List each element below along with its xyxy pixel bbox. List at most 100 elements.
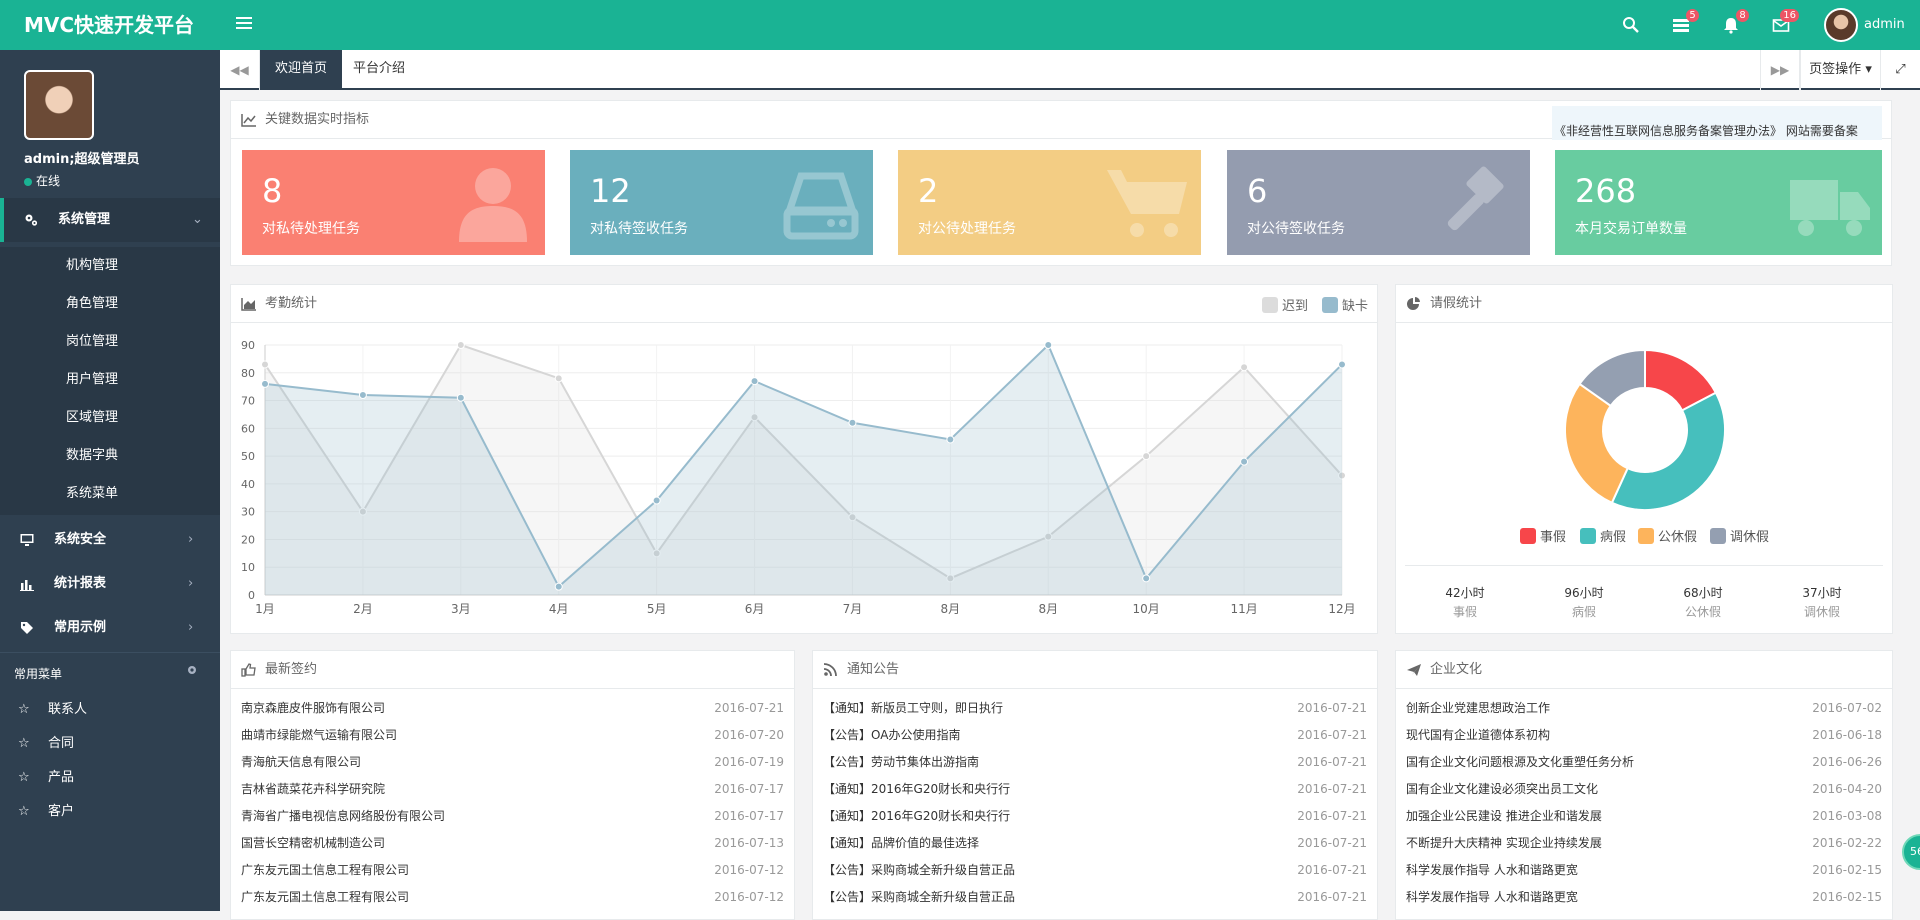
tabs-scroll-right-icon[interactable]: ▶▶ [1760, 50, 1800, 90]
list-item[interactable]: 国营长空精密机械制造公司 2016-07-13 [241, 830, 784, 857]
sidebar-item-system-mgmt[interactable]: 系统管理 ⌄ [0, 198, 220, 242]
stat-value: 2 [918, 172, 939, 210]
floating-badge-button[interactable]: 56 [1902, 834, 1920, 870]
user-avatar[interactable] [1824, 8, 1858, 42]
sidebar-subitem[interactable]: 数据字典 [0, 437, 220, 475]
list-item[interactable]: 创新企业党建思想政治工作 2016-07-02 [1406, 695, 1882, 722]
favorite-item[interactable]: ☆ 联系人 [18, 698, 87, 717]
user-name[interactable]: admin [1864, 0, 1905, 50]
stat-label: 对公待处理任务 [918, 221, 1016, 237]
list-item[interactable]: 现代国有企业道德体系初构 2016-06-18 [1406, 722, 1882, 749]
pie-legend-item[interactable]: 调休假 [1710, 526, 1769, 545]
leave-donut-chart [1564, 348, 1726, 511]
favorite-item[interactable]: ☆ 客户 [18, 800, 74, 819]
tab-home[interactable]: 欢迎首页 [260, 50, 343, 88]
bar-chart-icon [20, 580, 34, 591]
sidebar-subitem[interactable]: 用户管理 [0, 361, 220, 399]
sidebar-subitem[interactable]: 区域管理 [0, 399, 220, 437]
page-ops-dropdown[interactable]: 页签操作 ▾ [1800, 50, 1880, 90]
favorite-item[interactable]: ☆ 合同 [18, 732, 74, 751]
stat-card[interactable]: 12 对私待签收任务 [570, 150, 873, 255]
list-item[interactable]: 【公告】采购商城全新升级自营正品 2016-07-21 [823, 884, 1367, 911]
x-tick-label: 3月 [451, 602, 471, 616]
stat-card[interactable]: 2 对公待处理任务 [898, 150, 1201, 255]
legend-label: 病假 [1600, 530, 1627, 545]
donut-slice[interactable] [1610, 391, 1726, 511]
data-point [652, 496, 661, 505]
legend-label: 公休假 [1658, 530, 1698, 545]
list-item[interactable]: 【公告】OA办公使用指南 2016-07-21 [823, 722, 1367, 749]
list-item[interactable]: 广东友元国土信息工程有限公司 2016-07-12 [241, 857, 784, 884]
data-point [456, 341, 465, 349]
stat-label: 对私待处理任务 [262, 221, 360, 237]
mail-icon[interactable]: 16 [1772, 9, 1799, 34]
profile-avatar[interactable] [24, 70, 94, 140]
thumbs-up-icon [241, 663, 256, 677]
list-item[interactable]: 国有企业文化建设必须突出员工文化 2016-04-20 [1406, 776, 1882, 803]
attendance-panel-title: 考勤统计 [265, 296, 318, 311]
list-item[interactable]: 青海省广播电视信息网络股份有限公司 2016-07-17 [241, 803, 784, 830]
sidebar-item-security[interactable]: 系统安全 › [0, 518, 220, 562]
list-item-title: 青海省广播电视信息网络股份有限公司 [241, 809, 446, 823]
list-item[interactable]: 广东友元国土信息工程有限公司 2016-07-12 [241, 884, 784, 911]
legend-missing[interactable]: 缺卡 [1322, 295, 1368, 314]
sidebar-subitem[interactable]: 角色管理 [0, 285, 220, 323]
favorite-item[interactable]: ☆ 产品 [18, 766, 74, 785]
tasks-icon[interactable]: 5 [1672, 9, 1699, 34]
legend-late[interactable]: 迟到 [1262, 295, 1308, 314]
x-tick-label: 11月 [1230, 602, 1257, 616]
list-item-date: 2016-04-20 [1812, 782, 1882, 796]
list-item[interactable]: 加强企业公民建设 推进企业和谐发展 2016-03-08 [1406, 803, 1882, 830]
list-item[interactable]: 【公告】劳动节集体出游指南 2016-07-21 [823, 749, 1367, 776]
fullscreen-icon[interactable]: ⤢ [1880, 50, 1920, 90]
list-item[interactable]: 科学发展作指导 人水和谐路更宽 2016-02-15 [1406, 857, 1882, 884]
culture-panel: 企业文化 创新企业党建思想政治工作 2016-07-02 现代国有企业道德体系初构 2… [1395, 650, 1893, 920]
x-tick-label: 8月 [941, 602, 961, 616]
y-tick-label: 90 [241, 339, 255, 352]
leave-type: 调休假 [1803, 605, 1840, 619]
list-item-date: 2016-07-12 [714, 863, 784, 877]
stat-card[interactable]: 8 对私待处理任务 [242, 150, 545, 255]
list-item[interactable]: 【通知】2016年G20财长和央行行 2016-07-21 [823, 803, 1367, 830]
pie-legend-item[interactable]: 事假 [1520, 526, 1566, 545]
search-icon[interactable] [1622, 16, 1640, 34]
notices-panel-header: 通知公告 [813, 651, 1377, 689]
list-item-date: 2016-07-20 [714, 728, 784, 742]
gear-icon[interactable] [186, 664, 198, 676]
list-item[interactable]: 青海航天信息有限公司 2016-07-19 [241, 749, 784, 776]
list-item[interactable]: 吉林省蔬菜花卉科学研究院 2016-07-17 [241, 776, 784, 803]
tab-intro[interactable]: 平台介绍 [338, 50, 420, 88]
contracts-panel: 最新签约 南京森鹿皮件服饰有限公司 2016-07-21 曲靖市绿能燃气运输有限公司… [230, 650, 795, 920]
list-item[interactable]: 科学发展作指导 人水和谐路更宽 2016-02-15 [1406, 884, 1882, 911]
list-item[interactable]: 【通知】品牌价值的最佳选择 2016-07-21 [823, 830, 1367, 857]
pie-legend-item[interactable]: 公休假 [1638, 526, 1697, 545]
sidebar-subitem[interactable]: 机构管理 [0, 247, 220, 285]
attendance-chart: 0 10 20 30 40 50 60 70 80 90 1月 2月 3月 4月 5月 6月 7月 8月 8月 10月… [241, 339, 1356, 616]
sidebar-item-reports[interactable]: 统计报表 › [0, 562, 220, 606]
tabs-scroll-left-icon[interactable]: ◀◀ [220, 50, 260, 90]
list-item[interactable]: 国有企业文化问题根源及文化重塑任务分析 2016-06-26 [1406, 749, 1882, 776]
sidebar-item-examples[interactable]: 常用示例 › [0, 606, 220, 650]
sidebar-subitem[interactable]: 系统菜单 [0, 475, 220, 515]
donut-slice[interactable] [1564, 382, 1629, 505]
list-item[interactable]: 【通知】2016年G20财长和央行行 2016-07-21 [823, 776, 1367, 803]
star-icon: ☆ [18, 770, 30, 785]
alerts-badge: 8 [1736, 9, 1749, 22]
list-item[interactable]: 曲靖市绿能燃气运输有限公司 2016-07-20 [241, 722, 784, 749]
stat-card[interactable]: 6 对公待签收任务 [1227, 150, 1530, 255]
stat-card[interactable]: 268 本月交易订单数量 [1555, 150, 1882, 255]
leave-hours: 68小时 [1683, 586, 1723, 600]
list-item[interactable]: 【通知】新版员工守则，即日执行 2016-07-21 [823, 695, 1367, 722]
profile-name[interactable]: admin;超级管理员 [24, 148, 140, 167]
list-item[interactable]: 南京森鹿皮件服饰有限公司 2016-07-21 [241, 695, 784, 722]
y-tick-label: 20 [241, 533, 255, 546]
menu-toggle-icon[interactable] [236, 17, 252, 31]
hdd-icon [783, 172, 859, 240]
list-item[interactable]: 不断提升大庆精神 实现企业持续发展 2016-02-22 [1406, 830, 1882, 857]
x-tick-label: 12月 [1328, 602, 1355, 616]
list-item[interactable]: 【公告】采购商城全新升级自营正品 2016-07-21 [823, 857, 1367, 884]
sidebar-subitem[interactable]: 岗位管理 [0, 323, 220, 361]
bell-icon[interactable]: 8 [1722, 9, 1749, 34]
favorite-label: 合同 [48, 736, 75, 751]
pie-legend-item[interactable]: 病假 [1580, 526, 1626, 545]
